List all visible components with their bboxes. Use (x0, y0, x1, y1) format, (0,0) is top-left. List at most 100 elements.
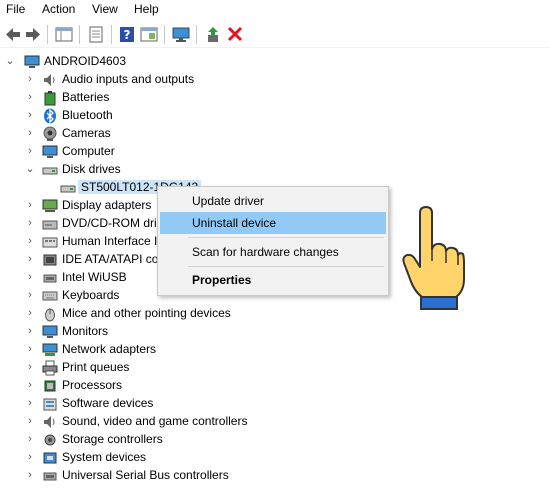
menu-item-uninstall-device[interactable]: Uninstall device (160, 212, 386, 234)
keyboard-icon (42, 291, 58, 301)
monitor-icon[interactable] (172, 26, 190, 43)
tree-item-disk-drives[interactable]: ⌄ Disk drives (0, 161, 550, 179)
tree-item-label: Print queues (62, 360, 130, 374)
tree-item-system[interactable]: › System devices (0, 449, 550, 467)
menu-action[interactable]: Action (42, 2, 75, 16)
printer-icon (42, 360, 58, 376)
console-icon[interactable] (140, 26, 158, 43)
menu-file[interactable]: File (6, 2, 25, 16)
tree-item-label: Cameras (62, 126, 111, 140)
tree-item-sound[interactable]: › Sound, video and game controllers (0, 413, 550, 431)
tree-item-computer[interactable]: › Computer (0, 143, 550, 161)
tree-item-label: Display adapters (62, 198, 152, 212)
expand-chevron-icon[interactable]: › (25, 414, 35, 428)
tree-item-label: Monitors (62, 324, 109, 338)
tree-root-label: ANDROID4603 (44, 54, 127, 68)
tree-item-label: Intel WiUSB (62, 270, 127, 284)
tree-item-label: Human Interface I (62, 234, 158, 248)
expand-chevron-icon[interactable]: › (25, 198, 35, 212)
tree-item-batteries[interactable]: › Batteries (0, 89, 550, 107)
toolbar-separator (111, 25, 112, 44)
hid-icon (42, 237, 58, 248)
tree-item-label: Network adapters (62, 342, 157, 356)
tree-item-usb-controllers[interactable]: › Universal Serial Bus controllers (0, 467, 550, 485)
menu-separator (188, 266, 384, 267)
expand-chevron-icon[interactable]: › (25, 216, 35, 230)
tree-item-processors[interactable]: › Processors (0, 377, 550, 395)
speaker-icon (44, 74, 55, 86)
system-device-icon (43, 452, 57, 464)
expand-chevron-icon[interactable]: › (25, 72, 35, 86)
back-arrow-icon[interactable] (4, 26, 22, 43)
menu-item-label: Update driver (192, 194, 265, 208)
tree-root[interactable]: ⌄ ANDROID4603 (0, 53, 550, 71)
toolbar-separator (47, 25, 48, 44)
tree-item-storage[interactable]: › Storage controllers (0, 431, 550, 449)
expand-chevron-icon[interactable]: › (25, 234, 35, 248)
expand-chevron-icon[interactable]: › (25, 468, 35, 482)
svg-text:?: ? (124, 28, 131, 42)
dvd-drive-icon (42, 220, 58, 230)
ide-controller-icon (43, 254, 57, 266)
menu-bar: File Action View Help (0, 0, 550, 20)
tree-item-label: Keyboards (62, 288, 120, 302)
expand-chevron-icon[interactable]: › (25, 270, 35, 284)
expand-chevron-icon[interactable]: › (25, 306, 35, 320)
expand-chevron-icon[interactable]: › (25, 108, 35, 122)
menu-item-update-driver[interactable]: Update driver (160, 190, 386, 212)
collapse-chevron-icon[interactable]: ⌄ (5, 54, 15, 68)
expand-chevron-icon[interactable]: › (25, 432, 35, 446)
bluetooth-icon (44, 108, 56, 124)
menu-help[interactable]: Help (134, 2, 159, 16)
tree-item-label: Sound, video and game controllers (62, 414, 248, 428)
expand-chevron-icon[interactable]: › (25, 342, 35, 356)
tree-item-monitors[interactable]: › Monitors (0, 323, 550, 341)
usb-icon (43, 274, 57, 283)
tree-item-audio[interactable]: › Audio inputs and outputs (0, 71, 550, 89)
expand-chevron-icon[interactable]: › (25, 324, 35, 338)
forward-arrow-icon[interactable] (24, 26, 42, 43)
network-adapter-icon (42, 343, 58, 356)
tree-item-label: IDE ATA/ATAPI co (62, 252, 159, 266)
help-icon[interactable]: ? (118, 26, 136, 43)
tree-item-mice[interactable]: › Mice and other pointing devices (0, 305, 550, 323)
uninstall-x-icon[interactable] (226, 26, 244, 43)
menu-item-properties[interactable]: Properties (160, 269, 386, 291)
menu-item-scan-hardware[interactable]: Scan for hardware changes (160, 241, 386, 263)
expand-chevron-icon[interactable]: › (25, 450, 35, 464)
toolbar-separator (79, 25, 80, 44)
tree-item-label: Universal Serial Bus controllers (62, 468, 229, 482)
tree-item-bluetooth[interactable]: › Bluetooth (0, 107, 550, 125)
tree-item-label: DVD/CD-ROM dri (62, 216, 157, 230)
enable-device-icon[interactable] (204, 26, 222, 43)
tree-item-label: Bluetooth (62, 108, 113, 122)
tree-item-label: Software devices (62, 396, 154, 410)
expand-chevron-icon[interactable]: › (25, 144, 35, 158)
expand-chevron-icon[interactable]: › (25, 396, 35, 410)
display-adapter-icon (42, 199, 58, 212)
tree-item-label: Disk drives (62, 162, 121, 176)
camera-icon (43, 126, 57, 141)
expand-chevron-icon[interactable]: › (25, 126, 35, 140)
computer-root-icon (24, 55, 40, 68)
tree-item-software[interactable]: › Software devices (0, 395, 550, 413)
processor-icon (44, 380, 56, 392)
tree-item-network[interactable]: › Network adapters (0, 341, 550, 359)
tree-item-label: Computer (62, 144, 115, 158)
menu-separator (188, 237, 384, 238)
tree-item-print-queues[interactable]: › Print queues (0, 359, 550, 377)
computer-icon (42, 145, 58, 158)
device-manager-icon[interactable] (55, 26, 73, 43)
expand-chevron-icon[interactable]: › (25, 360, 35, 374)
menu-view[interactable]: View (92, 2, 118, 16)
collapse-chevron-icon[interactable]: ⌄ (25, 162, 35, 176)
tree-item-cameras[interactable]: › Cameras (0, 125, 550, 143)
usb-controller-icon (43, 472, 57, 481)
mouse-icon (45, 308, 55, 322)
menu-item-label: Properties (192, 273, 252, 287)
expand-chevron-icon[interactable]: › (25, 90, 35, 104)
expand-chevron-icon[interactable]: › (25, 288, 35, 302)
properties-icon[interactable] (87, 26, 105, 43)
expand-chevron-icon[interactable]: › (25, 252, 35, 266)
expand-chevron-icon[interactable]: › (25, 378, 35, 392)
